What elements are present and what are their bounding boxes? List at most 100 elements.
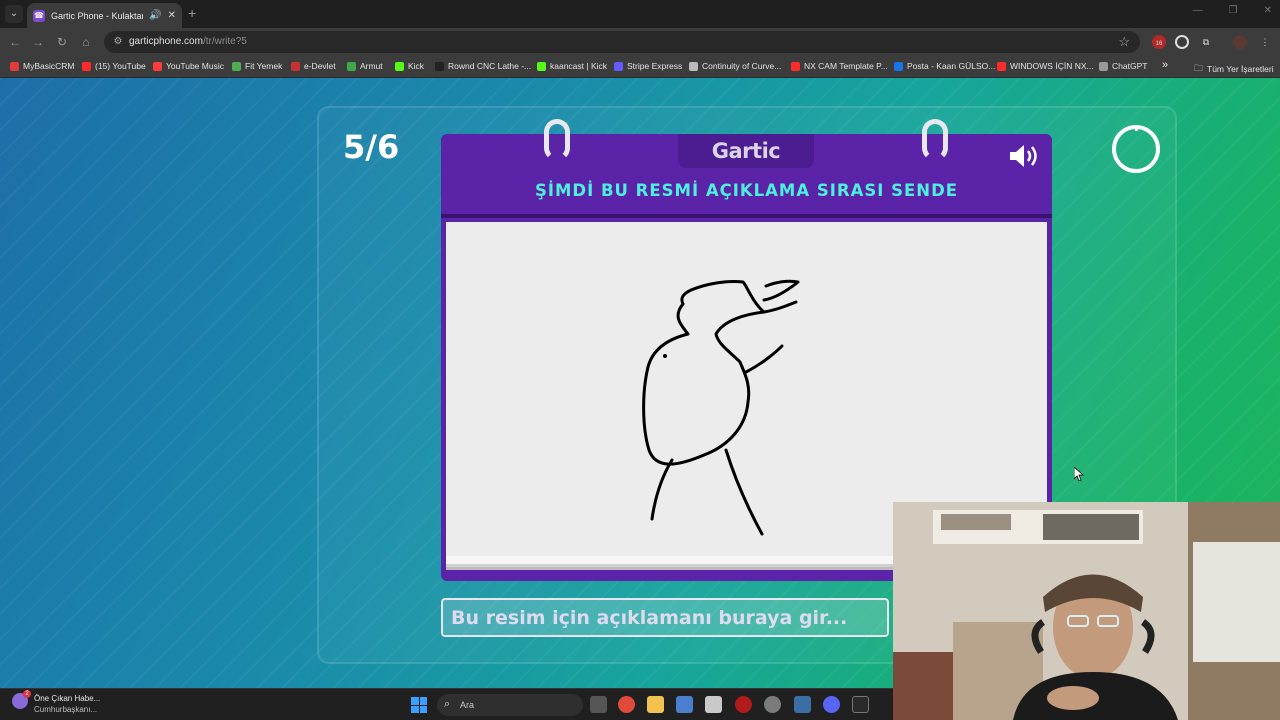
rownd-icon [435, 61, 444, 71]
bookmark-item[interactable]: kaancast | Kick [537, 61, 607, 71]
bookmark-item[interactable]: WINDOWS İÇİN NX... [997, 61, 1094, 71]
armut-icon [347, 61, 356, 71]
youtube-music-icon [153, 61, 162, 71]
e-devlet-icon [291, 61, 300, 71]
minimize-icon[interactable]: — [1193, 5, 1203, 16]
bookmarks-overflow-button[interactable]: » [1162, 59, 1168, 71]
bookmark-label: Fit Yemek [245, 61, 283, 71]
all-bookmarks-label: Tüm Yer İşaretleri [1207, 64, 1274, 74]
reload-icon[interactable]: ↻ [54, 34, 70, 50]
discord-icon[interactable] [823, 696, 840, 713]
speaker-icon[interactable]: 🔊 [149, 10, 161, 21]
bookmark-star-icon[interactable]: ☆ [1118, 34, 1130, 50]
news-widget[interactable]: 2 Öne Çıkan Habe... Cumhurbaşkanı... [12, 690, 100, 715]
description-input[interactable] [441, 598, 889, 637]
news-text: Öne Çıkan Habe... Cumhurbaşkanı... [34, 693, 100, 715]
webcam-video [893, 502, 1280, 720]
task-view-icon[interactable] [590, 696, 607, 713]
news-subtitle: Cumhurbaşkanı... [34, 705, 98, 714]
bookmark-item[interactable]: Stripe Express [614, 61, 682, 71]
youtube-icon [82, 61, 91, 71]
timer-icon [1112, 125, 1160, 173]
folder-icon: 🗀 [1194, 63, 1204, 73]
bookmark-item[interactable]: MyBasicCRM [10, 61, 74, 71]
bookmark-item[interactable]: YouTube Music [153, 61, 224, 71]
gartic-logo: Gartic [711, 139, 781, 163]
home-icon[interactable]: ⌂ [78, 34, 94, 50]
browser-toolbar: ← → ↻ ⌂ ⚙ garticphone.com/tr/write?5 ☆ 1… [0, 28, 1280, 56]
globe-icon [689, 61, 698, 71]
extension-icon[interactable]: 16 [1152, 35, 1166, 49]
bookmark-label: Rownd CNC Lathe -... [448, 61, 532, 71]
close-icon[interactable]: ✕ [168, 10, 176, 21]
bookmark-label: ChatGPT [1112, 61, 1148, 71]
bookmarks-bar: MyBasicCRM (15) YouTube YouTube Music Fi… [0, 56, 1280, 78]
maximize-icon[interactable]: ❐ [1229, 5, 1238, 16]
chrome-icon[interactable] [618, 696, 635, 713]
url-text: garticphone.com/tr/write?5 [129, 36, 247, 47]
news-title: Öne Çıkan Habe... [34, 694, 101, 703]
bookmark-item[interactable]: Fit Yemek [232, 61, 282, 71]
search-label: Ara [460, 700, 475, 710]
chatgpt-icon [1099, 61, 1108, 71]
obs-icon[interactable] [764, 696, 781, 713]
stripe-icon [614, 61, 623, 71]
tab-search-chevron-icon[interactable]: ⌄ [5, 5, 23, 23]
instruction-title: ŞİMDİ BU RESMİ AÇIKLAMA SIRASI SENDE [534, 181, 959, 200]
binder-ring-left [544, 119, 570, 161]
kick-icon [537, 61, 546, 71]
app-icon[interactable] [794, 696, 811, 713]
youtube-icon [997, 61, 1006, 71]
bookmark-item[interactable]: Armut [347, 61, 383, 71]
speaker-icon[interactable] [1008, 143, 1042, 169]
window-controls: — ❐ ✕ [1193, 5, 1272, 16]
profile-avatar[interactable] [1233, 35, 1247, 49]
bookmark-label: MyBasicCRM [23, 61, 75, 71]
address-bar[interactable]: ⚙ garticphone.com/tr/write?5 ☆ [104, 31, 1140, 53]
url-path: /tr/write?5 [202, 36, 247, 47]
bookmark-item[interactable]: (15) YouTube [82, 61, 146, 71]
back-arrow-icon[interactable]: ← [7, 34, 23, 50]
all-bookmarks-folder[interactable]: 🗀 Tüm Yer İşaretleri [1194, 61, 1274, 77]
bookmark-item[interactable]: e-Devlet [291, 61, 336, 71]
gartic-favicon-icon: ☎ [33, 9, 45, 22]
bookmark-label: YouTube Music [166, 61, 224, 71]
bookmark-item[interactable]: Continuity of Curve... [689, 61, 781, 71]
epic-games-icon[interactable] [852, 696, 869, 713]
opera-icon[interactable] [735, 696, 752, 713]
fit-yemek-icon [232, 61, 241, 71]
round-counter: 5/6 [343, 128, 400, 166]
bookmark-item[interactable]: Posta - Kaan GÜLSO... [894, 61, 995, 71]
bookmark-label: Stripe Express [627, 61, 683, 71]
webcam-overlay [893, 502, 1280, 720]
taskbar-search[interactable]: ⌕ Ara [437, 694, 583, 716]
bookmark-item[interactable]: NX CAM Template P... [791, 61, 888, 71]
bookmark-label: kaancast | Kick [550, 61, 608, 71]
bookmark-item[interactable]: Rownd CNC Lathe -... [435, 61, 531, 71]
extensions-puzzle-icon[interactable]: ⧉ [1199, 35, 1213, 49]
extension-badge: 16 [1155, 41, 1163, 47]
menu-dots-icon[interactable]: ⋮ [1258, 35, 1272, 49]
extension-circle-icon[interactable] [1175, 35, 1189, 49]
bookmark-item[interactable]: ChatGPT [1099, 61, 1147, 71]
logo-box: Gartic [678, 134, 814, 168]
outlook-icon [894, 61, 903, 71]
bookmark-label: e-Devlet [304, 61, 336, 71]
bookmark-label: Kick [408, 61, 425, 71]
window-close-icon[interactable]: ✕ [1264, 5, 1272, 16]
search-icon: ⌕ [444, 698, 451, 710]
calculator-icon[interactable] [676, 696, 693, 713]
active-tab[interactable]: ☎ Gartic Phone - Kulaktan Ku 🔊 ✕ [27, 3, 182, 28]
bookmark-favicon-icon [10, 61, 19, 71]
new-tab-button[interactable]: + [188, 6, 196, 20]
forward-arrow-icon[interactable]: → [30, 34, 46, 50]
notebook-header: Gartic ŞİMDİ BU RESMİ AÇIKLAMA SIRASI SE… [441, 134, 1052, 218]
site-info-icon[interactable]: ⚙ [111, 35, 125, 49]
bookmark-label: NX CAM Template P... [804, 61, 888, 71]
snipping-tool-icon[interactable] [705, 696, 722, 713]
bookmark-item[interactable]: Kick [395, 61, 424, 71]
file-explorer-icon[interactable] [647, 696, 664, 713]
mouse-cursor-icon [1074, 467, 1084, 481]
binder-ring-right [922, 119, 948, 161]
windows-start-icon[interactable] [411, 697, 427, 713]
